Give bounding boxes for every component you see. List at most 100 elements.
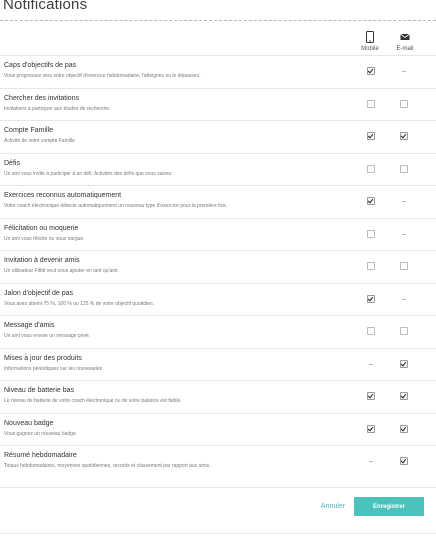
notification-description: Vous gagnez un nouveau badge. bbox=[4, 430, 78, 437]
notification-name: Défis bbox=[4, 159, 20, 167]
notification-description: Totaux hebdomadaires, moyennes quotidien… bbox=[4, 463, 211, 469]
notification-description: Invitations à participer aux études de r… bbox=[4, 105, 111, 112]
notification-name: Niveau de batterie bas bbox=[4, 387, 75, 394]
title-divider bbox=[0, 20, 436, 21]
checkbox-unchecked[interactable] bbox=[367, 262, 375, 271]
checkbox-checked[interactable] bbox=[400, 132, 408, 141]
mobile-setting[interactable] bbox=[366, 99, 376, 110]
notification-row: Chercher des invitations Invitations à pa… bbox=[0, 87, 436, 121]
notification-row: Niveau de batterie bas Le niveau de batte… bbox=[0, 380, 436, 413]
checkbox-unchecked[interactable] bbox=[367, 229, 375, 238]
mobile-setting[interactable] bbox=[366, 164, 376, 175]
envelope-icon bbox=[390, 31, 420, 45]
mobile-setting[interactable] bbox=[366, 327, 376, 337]
notification-row: Résumé hebdomadaire Totaux hebdomadaires,… bbox=[0, 445, 436, 478]
checkbox-unchecked[interactable] bbox=[400, 99, 408, 108]
notification-name: Message d'amis bbox=[4, 322, 55, 329]
checkbox-unchecked[interactable] bbox=[400, 164, 408, 173]
mobile-setting[interactable] bbox=[366, 67, 376, 77]
notification-name: Compte Famille bbox=[4, 127, 54, 134]
unavailable-dash: – bbox=[369, 360, 373, 368]
unavailable-dash: – bbox=[402, 295, 406, 303]
email-setting: – bbox=[399, 230, 409, 240]
email-column-header: E-mail bbox=[390, 31, 420, 52]
mobile-setting[interactable] bbox=[366, 424, 376, 435]
email-setting[interactable] bbox=[399, 424, 409, 435]
email-setting[interactable] bbox=[399, 359, 409, 370]
checkbox-unchecked[interactable] bbox=[367, 164, 375, 173]
notification-row: Nouveau badge Vous gagnez un nouveau badg… bbox=[0, 412, 436, 446]
notification-description: Un ami vous envoie un message privé. bbox=[4, 333, 91, 339]
notification-description: Un utilisateur Fitbit veut vous ajouter … bbox=[4, 268, 119, 274]
notification-description: Un ami vous félicite ou vous nargue. bbox=[4, 235, 85, 242]
save-button[interactable]: Enregistrer bbox=[354, 497, 424, 516]
checkbox-checked[interactable] bbox=[367, 197, 375, 206]
email-setting[interactable] bbox=[399, 327, 409, 337]
checkbox-checked[interactable] bbox=[367, 132, 375, 141]
checkbox-checked[interactable] bbox=[400, 457, 408, 466]
email-setting: – bbox=[399, 295, 409, 305]
unavailable-dash: – bbox=[402, 230, 406, 238]
mobile-setting[interactable] bbox=[366, 197, 376, 207]
notification-name: Exercices reconnus automatiquement bbox=[4, 192, 122, 199]
email-setting: – bbox=[399, 197, 409, 207]
mobile-column-header: Mobile bbox=[355, 31, 385, 52]
notification-description: Votre coach électronique détecte automat… bbox=[4, 203, 228, 209]
unavailable-dash: – bbox=[402, 198, 406, 205]
notification-name: Nouveau badge bbox=[4, 419, 54, 427]
notification-row: Félicitation ou moquerie Un ami vous féli… bbox=[0, 217, 436, 251]
mobile-setting[interactable] bbox=[366, 262, 376, 272]
mobile-setting[interactable] bbox=[366, 392, 376, 402]
notification-row: Caps d'objectifs de pas Vous progressez v… bbox=[0, 55, 436, 88]
checkbox-checked[interactable] bbox=[367, 67, 375, 76]
notification-name: Résumé hebdomadaire bbox=[4, 452, 77, 459]
email-setting[interactable] bbox=[399, 132, 409, 142]
email-setting[interactable] bbox=[399, 164, 409, 175]
cancel-button[interactable]: Annuler bbox=[313, 498, 353, 516]
notifications-title: Notifications bbox=[3, 0, 88, 13]
mobile-setting[interactable] bbox=[366, 294, 376, 305]
notification-list: Caps d'objectifs de pas Vous progressez v… bbox=[0, 55, 436, 478]
mobile-setting[interactable] bbox=[366, 229, 376, 240]
notification-row: Exercices reconnus automatiquement Votre … bbox=[0, 185, 436, 218]
notification-name: Félicitation ou moquerie bbox=[4, 224, 79, 232]
mobile-setting[interactable] bbox=[366, 132, 376, 142]
email-setting[interactable] bbox=[399, 392, 409, 402]
notification-name: Invitation à devenir amis bbox=[4, 257, 80, 264]
checkbox-checked[interactable] bbox=[400, 392, 408, 401]
notification-name: Caps d'objectifs de pas bbox=[4, 62, 77, 69]
checkbox-checked[interactable] bbox=[400, 359, 408, 368]
checkbox-checked[interactable] bbox=[367, 392, 375, 401]
notification-row: Jalon d'objectif de pas Vous avez atteint… bbox=[0, 282, 436, 316]
notification-name: Chercher des invitations bbox=[4, 94, 80, 102]
checkbox-checked[interactable] bbox=[367, 424, 375, 433]
unavailable-dash: – bbox=[369, 458, 373, 465]
mobile-phone-icon bbox=[355, 31, 385, 45]
checkbox-unchecked[interactable] bbox=[367, 327, 375, 336]
notification-row: Invitation à devenir amis Un utilisateur … bbox=[0, 250, 436, 283]
mobile-setting: – bbox=[366, 360, 376, 370]
notification-description: Vous avez atteint 75 %, 100 % ou 125 % d… bbox=[4, 300, 155, 307]
mobile-setting: – bbox=[366, 457, 376, 467]
mobile-column-label: Mobile bbox=[361, 46, 379, 52]
notification-description: Informations périodiques sur les nouveau… bbox=[4, 365, 103, 372]
checkbox-checked[interactable] bbox=[400, 424, 408, 433]
email-setting[interactable] bbox=[399, 457, 409, 467]
notification-name: Jalon d'objectif de pas bbox=[4, 289, 74, 297]
checkbox-unchecked[interactable] bbox=[400, 327, 408, 336]
checkbox-unchecked[interactable] bbox=[400, 262, 408, 271]
checkbox-unchecked[interactable] bbox=[367, 99, 375, 108]
checkbox-checked[interactable] bbox=[367, 294, 375, 303]
email-column-label: E-mail bbox=[396, 46, 414, 52]
email-setting[interactable] bbox=[399, 262, 409, 272]
footer-divider bbox=[0, 533, 436, 534]
notification-row: Mises à jour des produits Informations pé… bbox=[0, 347, 436, 381]
notification-name: Mises à jour des produits bbox=[4, 354, 82, 362]
notification-description: Un ami vous invite à participer à un déf… bbox=[4, 170, 173, 177]
notification-description: Activité de votre compte Famille bbox=[4, 138, 75, 144]
actions-divider bbox=[0, 487, 436, 488]
notification-row: Défis Un ami vous invite à participer à u… bbox=[0, 152, 436, 186]
notification-description: Le niveau de batterie de votre coach éle… bbox=[4, 398, 182, 404]
notification-row: Message d'amis Un ami vous envoie un mess… bbox=[0, 315, 436, 348]
email-setting[interactable] bbox=[399, 99, 409, 110]
